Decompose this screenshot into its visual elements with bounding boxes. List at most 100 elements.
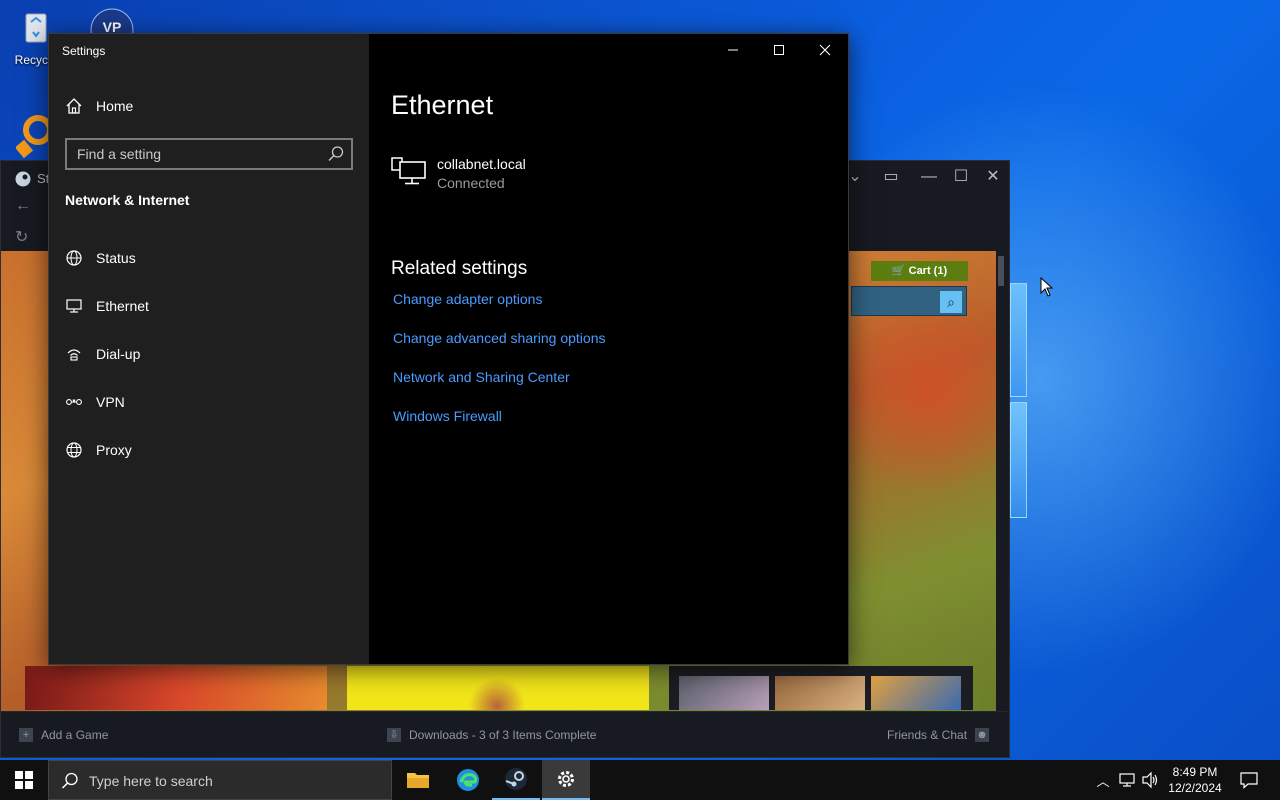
- windows-firewall-link[interactable]: Windows Firewall: [393, 408, 502, 424]
- change-advanced-sharing-link[interactable]: Change advanced sharing options: [393, 330, 606, 346]
- network-sharing-center-link[interactable]: Network and Sharing Center: [393, 369, 570, 385]
- steam-featured-tiles: [25, 666, 975, 710]
- taskbar-steam[interactable]: [492, 760, 540, 800]
- steam-friends-button[interactable]: Friends & Chat ☻: [887, 728, 990, 742]
- vpn-app-icon[interactable]: VP: [90, 8, 134, 34]
- friends-icon: ☻: [975, 728, 990, 742]
- steam-scrollbar[interactable]: [998, 256, 1004, 286]
- sidebar-item-label: Dial-up: [96, 346, 141, 362]
- maximize-button[interactable]: [756, 34, 802, 66]
- steam-nav: ← ↻: [1, 193, 49, 253]
- maximize-icon: [774, 45, 784, 55]
- steam-back-icon[interactable]: ←: [15, 197, 31, 215]
- sidebar-item-vpn[interactable]: VPN: [49, 382, 369, 422]
- steam-close-button[interactable]: ✕: [981, 167, 1005, 187]
- sidebar-item-label: Status: [96, 250, 136, 266]
- volume-tray-button[interactable]: [1140, 760, 1162, 800]
- ethernet-connection[interactable]: collabnet.local Connected: [391, 154, 691, 194]
- taskbar-search-placeholder: Type here to search: [89, 773, 213, 789]
- steam-tile[interactable]: [347, 666, 649, 710]
- page-title: Ethernet: [391, 90, 494, 120]
- home-label: Home: [96, 98, 134, 114]
- settings-sidebar: Settings Home Network & Internet Status: [49, 34, 369, 664]
- search-icon[interactable]: [327, 145, 345, 163]
- sidebar-item-label: Ethernet: [96, 298, 149, 314]
- steam-footer: + Add a Game ⇩ Downloads - 3 of 3 Items …: [1, 711, 1009, 757]
- windows-start-icon: [15, 771, 33, 789]
- download-icon: ⇩: [387, 728, 401, 742]
- search-icon: [61, 772, 78, 789]
- steam-tile[interactable]: [25, 666, 327, 710]
- show-hidden-icons-button[interactable]: ︿: [1094, 760, 1112, 800]
- plus-icon: +: [19, 728, 33, 742]
- steam-tile-thumb[interactable]: [679, 676, 769, 710]
- settings-window-title: Settings: [62, 44, 106, 58]
- steam-tile-thumb[interactable]: [775, 676, 865, 710]
- taskbar-edge[interactable]: [444, 760, 492, 800]
- ethernet-pc-icon: [391, 157, 426, 185]
- chevron-up-icon: ︿: [1096, 773, 1110, 789]
- windows-logo-pane: [1010, 283, 1027, 397]
- globe-icon: [66, 442, 82, 458]
- section-heading: Network & Internet: [65, 192, 190, 208]
- minimize-icon: [728, 49, 738, 51]
- gear-icon: [558, 771, 574, 787]
- friends-label: Friends & Chat: [887, 728, 968, 742]
- add-game-label: Add a Game: [41, 728, 109, 742]
- steam-maximize-button[interactable]: ☐: [949, 167, 973, 187]
- steam-search-input[interactable]: ⌕: [851, 286, 967, 316]
- steam-add-game-button[interactable]: + Add a Game: [19, 728, 108, 742]
- taskbar: Type here to search ︿ 8:49 PM 12/2/2024: [0, 760, 1280, 800]
- sidebar-item-label: VPN: [96, 394, 125, 410]
- settings-home-item[interactable]: Home: [49, 86, 369, 126]
- steam-icon: [505, 768, 527, 790]
- connection-name: collabnet.local: [437, 156, 526, 172]
- cart-icon: 🛒: [891, 265, 906, 277]
- close-icon: [819, 44, 831, 56]
- taskbar-file-explorer[interactable]: [394, 760, 442, 800]
- clock-time: 8:49 PM: [1172, 765, 1218, 779]
- connection-status: Connected: [437, 175, 505, 191]
- search-app-icon[interactable]: [16, 112, 50, 158]
- mouse-cursor-icon: [1040, 277, 1054, 297]
- settings-window-controls: [710, 34, 848, 66]
- svg-text:VP: VP: [103, 19, 122, 34]
- find-setting-input[interactable]: [67, 140, 351, 168]
- taskbar-search-box[interactable]: Type here to search: [48, 760, 392, 800]
- taskbar-clock[interactable]: 8:49 PM 12/2/2024: [1160, 764, 1230, 796]
- network-ethernet-icon: [1119, 773, 1135, 787]
- steam-minimize-button[interactable]: —: [917, 167, 941, 187]
- edge-icon: [457, 769, 479, 791]
- close-button[interactable]: [802, 34, 848, 66]
- start-button[interactable]: [0, 760, 48, 800]
- steam-logo-icon: [15, 171, 31, 187]
- action-center-button[interactable]: [1234, 760, 1264, 800]
- downloads-label: Downloads - 3 of 3 Items Complete: [409, 728, 597, 742]
- steam-bigpicture-icon[interactable]: ▭: [879, 167, 903, 187]
- ethernet-icon: [66, 299, 82, 313]
- home-icon: [66, 98, 82, 114]
- steam-downloads-button[interactable]: ⇩ Downloads - 3 of 3 Items Complete: [387, 728, 596, 742]
- sidebar-item-ethernet[interactable]: Ethernet: [49, 286, 369, 326]
- folder-icon: [407, 773, 429, 788]
- sidebar-item-status[interactable]: Status: [49, 238, 369, 278]
- settings-window[interactable]: Settings Home Network & Internet Status: [48, 33, 849, 665]
- taskbar-settings[interactable]: [542, 760, 590, 800]
- notification-icon: [1240, 772, 1258, 789]
- steam-tile-thumb[interactable]: [871, 676, 961, 710]
- steam-search-icon[interactable]: ⌕: [940, 291, 962, 313]
- minimize-button[interactable]: [710, 34, 756, 66]
- change-adapter-options-link[interactable]: Change adapter options: [393, 291, 542, 307]
- windows-logo-pane: [1010, 402, 1027, 518]
- sidebar-item-dialup[interactable]: Dial-up: [49, 334, 369, 374]
- speaker-icon: [1142, 772, 1158, 788]
- clock-date: 12/2/2024: [1168, 781, 1222, 795]
- steam-cart-button[interactable]: 🛒 Cart (1): [871, 261, 968, 281]
- find-setting-box[interactable]: [65, 138, 353, 170]
- steam-refresh-icon[interactable]: ↻: [15, 227, 28, 247]
- steam-tile[interactable]: [669, 666, 973, 710]
- sidebar-item-label: Proxy: [96, 442, 132, 458]
- network-tray-button[interactable]: [1116, 760, 1138, 800]
- sidebar-item-proxy[interactable]: Proxy: [49, 430, 369, 470]
- related-settings-heading: Related settings: [391, 258, 528, 279]
